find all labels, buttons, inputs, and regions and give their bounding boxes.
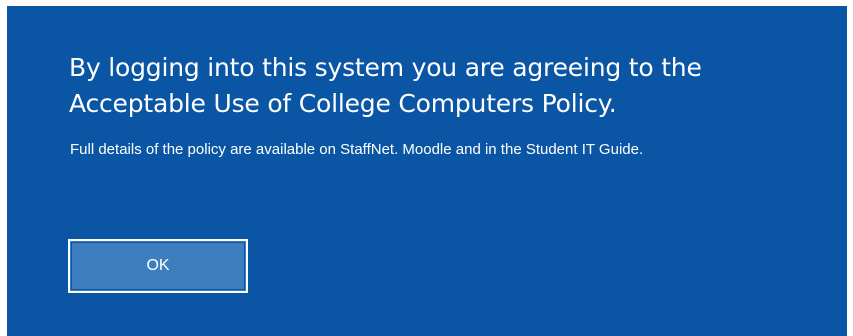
- policy-headline: By logging into this system you are agre…: [69, 53, 702, 118]
- policy-details-text: Full details of the policy are available…: [70, 141, 644, 158]
- ok-button[interactable]: OK: [68, 239, 248, 293]
- policy-notice-panel: By logging into this system you are agre…: [7, 6, 847, 336]
